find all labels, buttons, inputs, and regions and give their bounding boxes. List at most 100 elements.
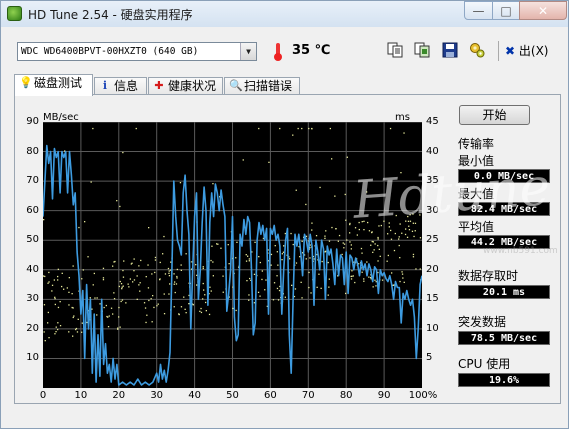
access-time-point [371, 231, 373, 234]
access-time-point [345, 219, 347, 221]
tab-health[interactable]: ✚ 健康状况 [148, 77, 223, 95]
access-time-point [301, 127, 303, 130]
access-time-point [299, 256, 301, 258]
access-time-point [257, 291, 260, 293]
access-time-point [59, 325, 62, 327]
access-time-point [176, 268, 178, 271]
access-time-point [311, 229, 313, 231]
access-time-point [346, 239, 348, 241]
access-time-point [157, 303, 159, 305]
access-time-point [204, 294, 206, 296]
minimize-button[interactable]: — [464, 1, 493, 20]
access-time-point [222, 275, 224, 277]
y-tick-label-left: 80 [26, 145, 39, 157]
access-time-point [228, 263, 230, 265]
x-tick-label: 20 [112, 390, 126, 401]
maximize-button[interactable]: □ [492, 1, 520, 20]
drive-select[interactable]: WDC WD6400BPVT-00HXZT0 (640 GB) ▼ [17, 42, 257, 61]
tab-info[interactable]: i 信息 [94, 77, 147, 95]
access-time-point [368, 230, 371, 232]
exit-label: 出(X) [518, 44, 549, 58]
access-time-point [360, 247, 363, 250]
access-time-point [363, 220, 365, 222]
access-time-point [354, 281, 356, 284]
start-button[interactable]: 开始 [459, 105, 530, 125]
access-time-point [408, 225, 410, 227]
access-time-point [118, 285, 120, 288]
x-tick-label: 70 [301, 390, 315, 401]
copy-text-icon[interactable] [386, 41, 404, 59]
access-time-point [412, 256, 415, 258]
options-icon[interactable] [468, 41, 486, 59]
access-time-point [309, 257, 311, 259]
thermometer-icon [274, 43, 282, 61]
access-time-point [168, 272, 170, 274]
y-tick-label-left: 50 [26, 234, 39, 246]
access-time-point [68, 331, 70, 333]
access-time-point [47, 322, 49, 324]
access-time-point [378, 248, 380, 250]
access-time-point [54, 298, 56, 300]
access-time-point [377, 236, 379, 239]
y-tick-label-left: 20 [26, 322, 39, 334]
access-time-point [366, 261, 368, 263]
burst-rate-value: 78.5 MB/sec [458, 331, 550, 345]
access-time-point [295, 189, 297, 191]
maximize-icon: □ [500, 4, 512, 18]
access-time-point [277, 264, 279, 266]
toolbar: WDC WD6400BPVT-00HXZT0 (640 GB) ▼ 35 ℃ ✖… [5, 33, 565, 67]
access-time-point [379, 255, 381, 257]
access-time-point [102, 277, 105, 279]
access-time-point [102, 279, 105, 281]
access-time-point [377, 238, 379, 240]
y-tick-label-right: 5 [426, 352, 433, 364]
access-time-point [54, 303, 56, 306]
tab-disk-test[interactable]: 💡 磁盘测试 [14, 74, 93, 96]
access-time-point [363, 278, 365, 280]
access-time-point [57, 306, 60, 309]
access-time-point [344, 193, 346, 196]
access-time-point [120, 300, 122, 303]
access-time-point [329, 127, 331, 130]
chevron-down-icon[interactable]: ▼ [240, 43, 256, 60]
access-time-point [57, 322, 59, 324]
copy-screen-icon[interactable] [413, 41, 431, 59]
title-bar[interactable]: HD Tune 2.54 - 硬盘实用程序 — □ ✕ [1, 1, 568, 27]
access-time-point [290, 232, 292, 235]
access-time-point [277, 299, 280, 301]
access-time-point [179, 182, 182, 184]
access-time-point [390, 229, 392, 232]
access-time-point [119, 280, 121, 283]
access-time-point [264, 289, 266, 291]
access-time-point [235, 257, 237, 259]
tab-error-scan[interactable]: 🔍 扫描错误 [224, 77, 300, 95]
access-time-point [162, 253, 164, 255]
access-time-point [350, 278, 353, 280]
access-time-point [297, 127, 299, 130]
access-time-point [383, 220, 385, 222]
access-time-point [407, 220, 410, 222]
access-time-point [63, 288, 65, 290]
max-rate-label: 最大值 [458, 187, 495, 201]
access-time-point [139, 290, 141, 292]
access-time-point [220, 247, 222, 249]
access-time-point [61, 272, 63, 274]
health-cross-icon: ✚ [154, 79, 164, 92]
temperature-readout: 35 ℃ [292, 43, 331, 58]
access-time-point [105, 304, 107, 307]
access-time-point [335, 228, 337, 230]
x-tick-label: 0 [39, 390, 47, 401]
access-time-point [334, 195, 336, 197]
save-icon[interactable] [441, 41, 459, 59]
access-time-point [211, 245, 213, 247]
access-time-point [163, 235, 165, 238]
access-time-point [154, 271, 156, 274]
access-time-point [413, 235, 415, 238]
access-time-point [325, 230, 327, 232]
close-button[interactable]: ✕ [519, 1, 567, 20]
access-time-point [419, 237, 422, 239]
access-time-point [377, 260, 379, 262]
access-time-point [327, 261, 329, 264]
access-time-point [200, 311, 203, 314]
exit-button[interactable]: ✖ 出(X) [505, 42, 548, 59]
